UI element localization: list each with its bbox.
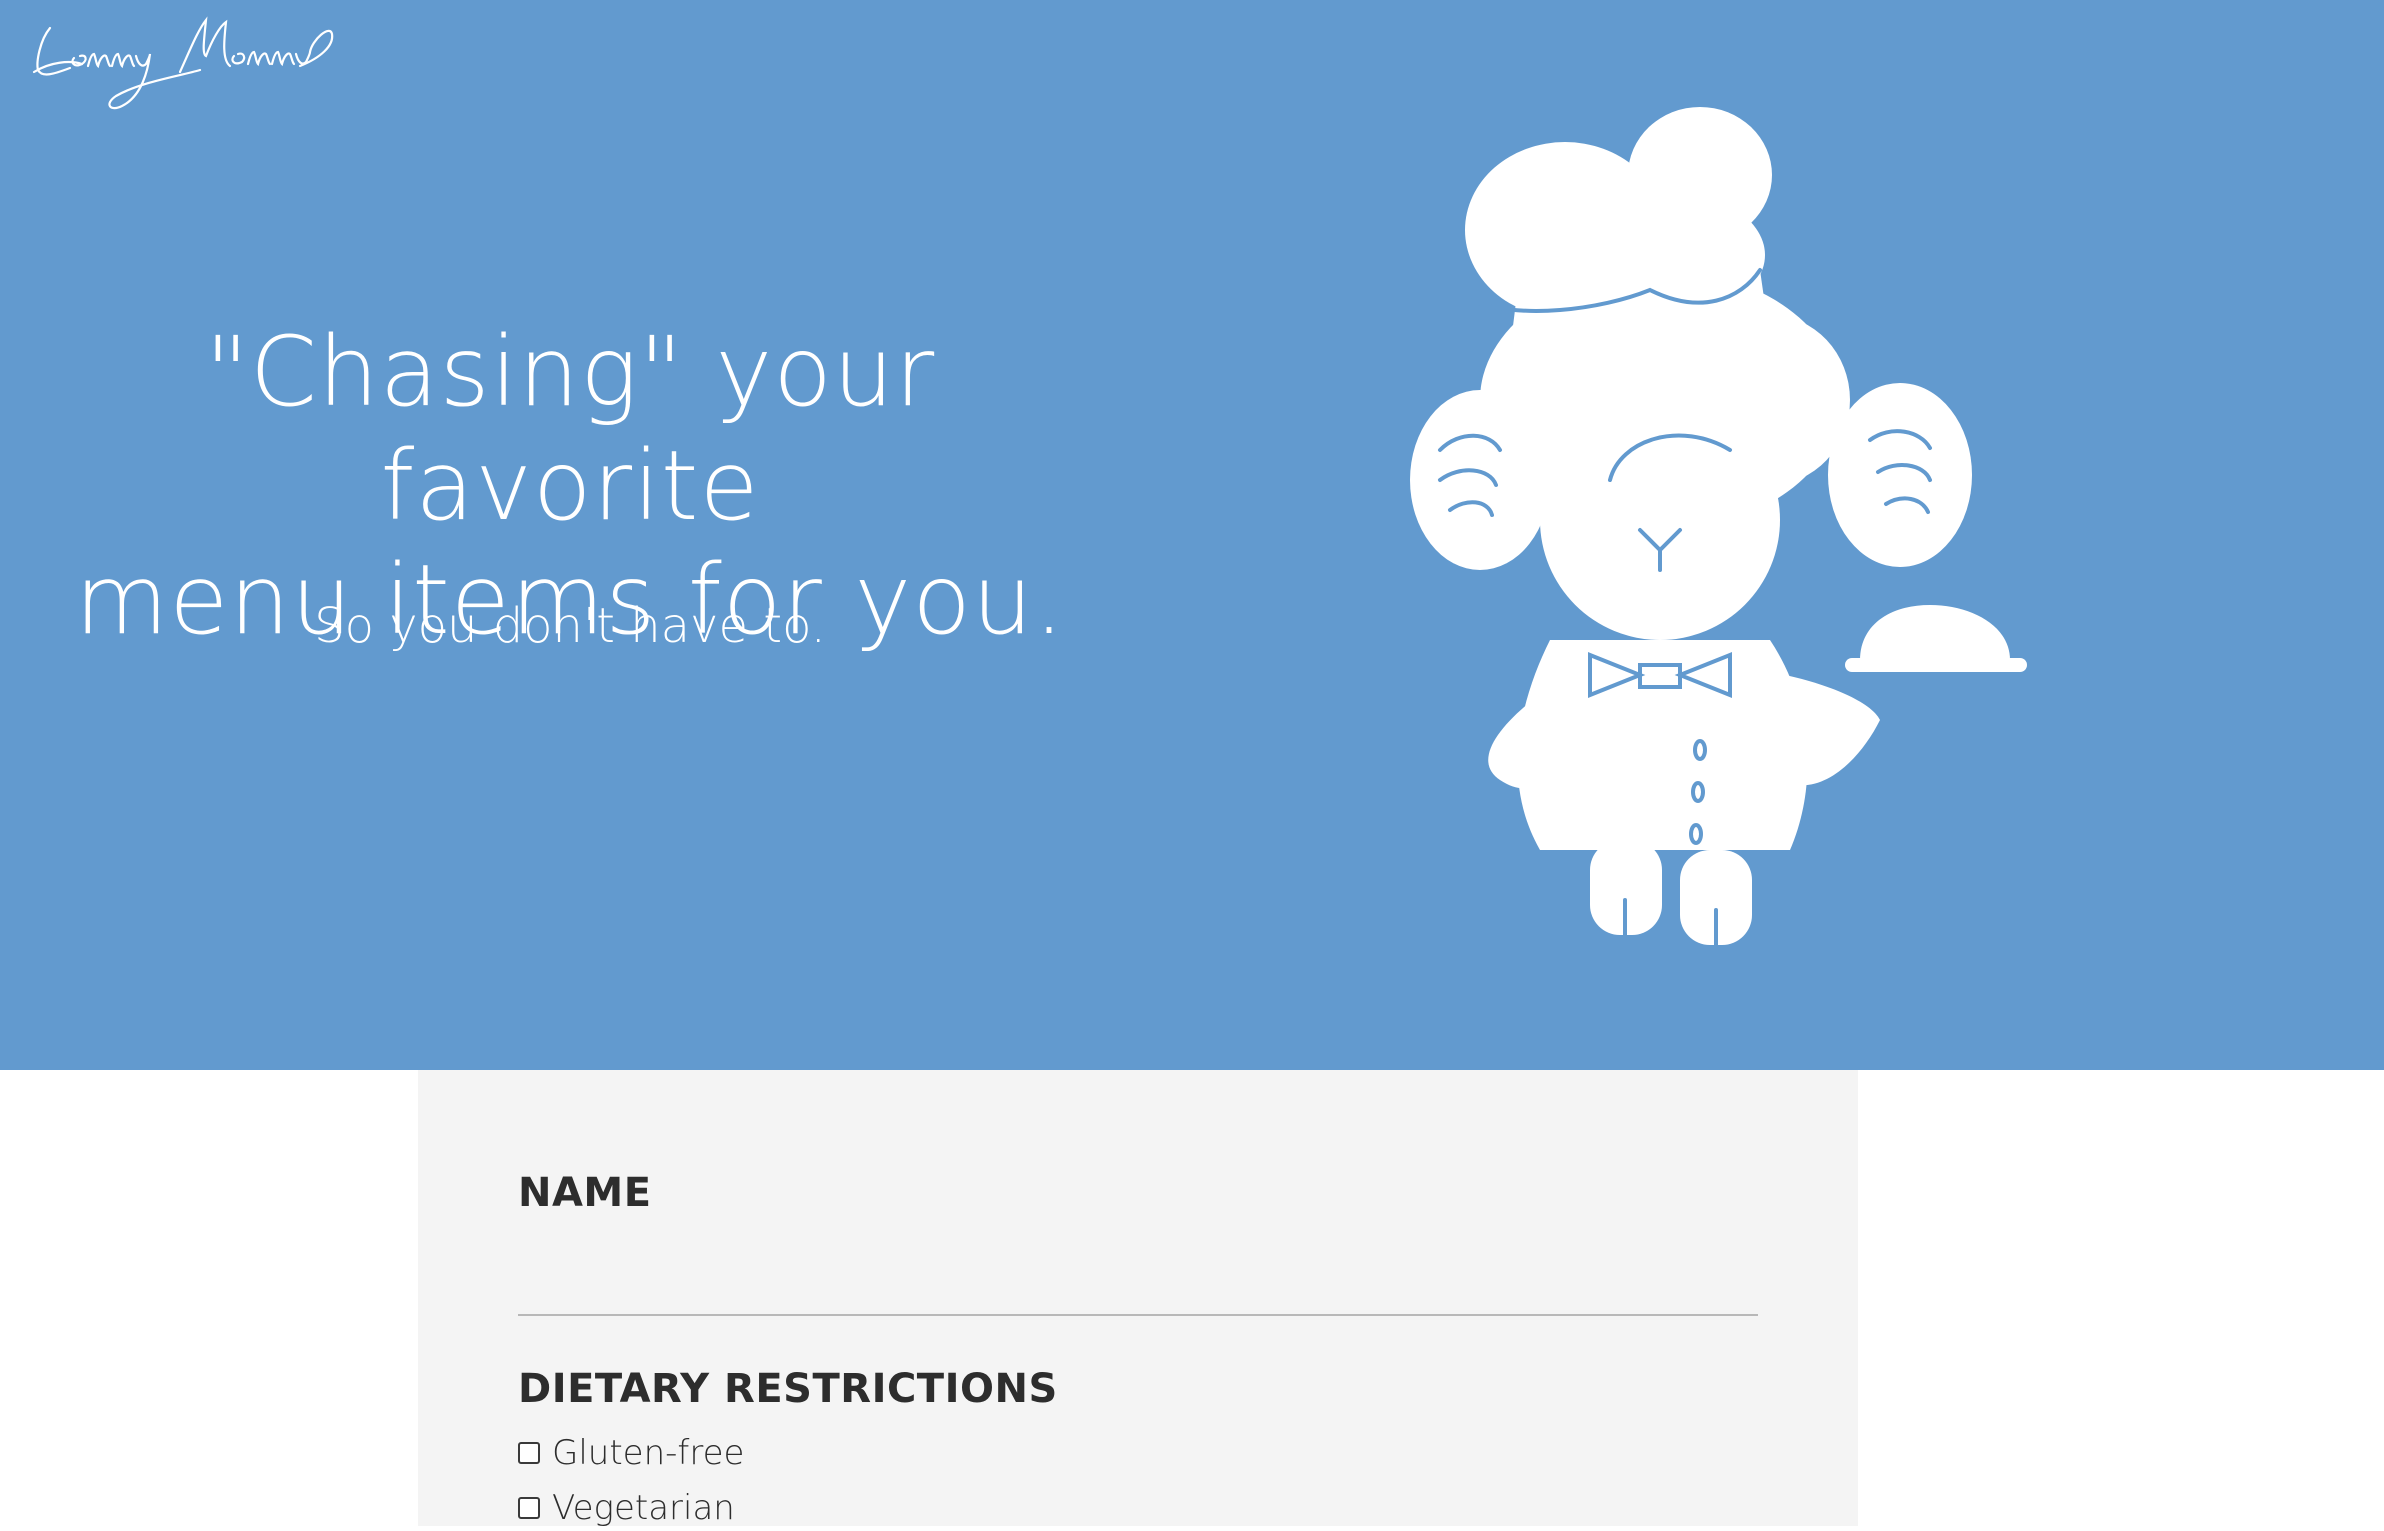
name-label: NAME [518, 1170, 652, 1216]
lenny-menny-logo[interactable] [30, 10, 340, 120]
checkbox-option-vegetarian[interactable]: Vegetarian [518, 1485, 735, 1531]
hero-headline-line-1: "Chasing" your favorite [204, 316, 936, 542]
dietary-restrictions-label: DIETARY RESTRICTIONS [518, 1366, 1058, 1412]
vegetarian-label[interactable]: Vegetarian [552, 1488, 735, 1528]
checkbox-option-gluten-free[interactable]: Gluten-free [518, 1430, 744, 1476]
vegetarian-checkbox[interactable] [518, 1497, 540, 1519]
hero-banner: "Chasing" your favorite menu items for y… [0, 0, 2384, 1070]
hero-subheadline: So you don't have to. [314, 598, 826, 654]
name-input[interactable] [518, 1260, 1758, 1316]
gluten-free-label[interactable]: Gluten-free [552, 1433, 744, 1473]
chef-ram-mascot-illustration [1410, 107, 2027, 947]
gluten-free-checkbox[interactable] [518, 1442, 540, 1464]
